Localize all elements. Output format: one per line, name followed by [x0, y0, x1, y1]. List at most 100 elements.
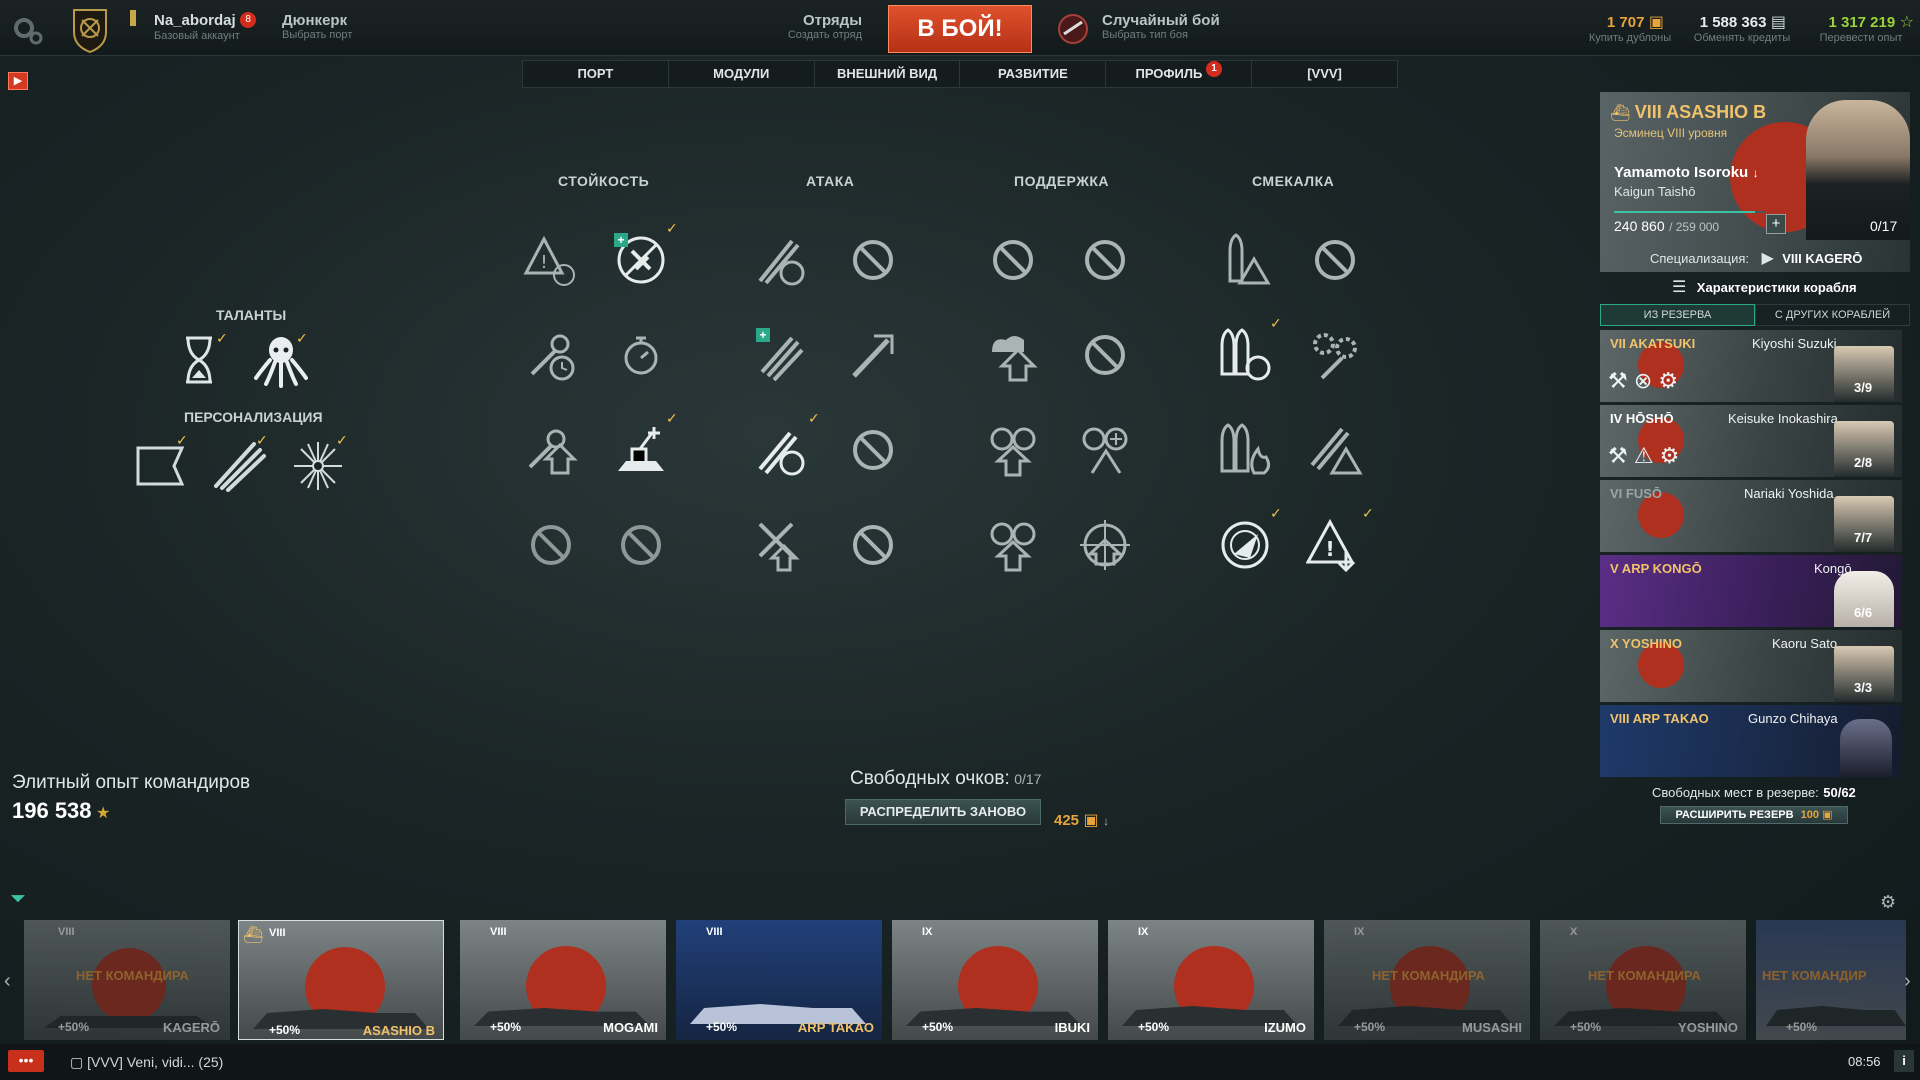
checkmark-icon: ✓ [1270, 315, 1282, 331]
gears-wrench-skill-icon[interactable] [1306, 326, 1364, 384]
settings-gear-icon[interactable] [10, 12, 46, 48]
chat-channel-icon: ▢ [70, 1054, 84, 1070]
chat-button-icon[interactable]: ••• [8, 1050, 44, 1072]
destroyer-class-icon: ⛴ [1610, 105, 1631, 122]
destroyer-class-icon: ⛴ [243, 927, 264, 944]
commander-name[interactable]: Yamamoto Isoroku [1614, 164, 1748, 181]
disabled-skill-icon[interactable] [612, 516, 670, 574]
tab-from-reserve[interactable]: ИЗ РЕЗЕРВА [1600, 304, 1755, 326]
torpedo-warning-skill-icon[interactable] [1306, 421, 1364, 479]
username[interactable]: Na_abordaj [154, 12, 236, 29]
free-xp-block[interactable]: 1 317 219 ☆ Перевести опыт [1808, 12, 1914, 44]
ship-bonus: +50% [1570, 1020, 1602, 1034]
commander-name-line[interactable]: Yamamoto Isoroku ↓ [1614, 164, 1759, 182]
clan-emblem-icon[interactable] [66, 6, 114, 54]
ship-card[interactable]: VIII НЕТ КОМАНДИРА +50% KAGERŌ [24, 920, 230, 1040]
incoming-fire-alert-skill-icon[interactable]: ! [1305, 516, 1364, 574]
disabled-skill-icon[interactable] [1076, 231, 1134, 289]
ship-card[interactable]: VIII +50% MOGAMI [460, 920, 666, 1040]
column-support: ПОДДЕРЖКА [1014, 173, 1110, 189]
video-play-icon[interactable]: ▶ [8, 72, 28, 90]
squad-block[interactable]: Отряды Создать отряд [782, 12, 862, 41]
carousel-left-arrow-icon[interactable]: ‹ [4, 970, 11, 993]
torpedo-range-skill-icon[interactable] [844, 326, 902, 384]
tab-development[interactable]: РАЗВИТИЕ [960, 61, 1107, 87]
battle-button[interactable]: В БОЙ! [888, 5, 1032, 53]
reserve-commander-card[interactable]: VI FUSŌ Nariaki Yoshida 7/7 [1600, 480, 1902, 552]
battle-mode-icon[interactable] [1056, 12, 1090, 46]
expand-reserve-button[interactable]: РАСШИРИТЬ РЕЗЕРВ 100 ▣ [1660, 806, 1848, 824]
torpedo-reload-skill-icon[interactable] [752, 421, 810, 479]
shells-timer-skill-icon[interactable] [1216, 326, 1274, 384]
port-name[interactable]: Дюнкерк [282, 12, 352, 29]
disabled-skill-icon[interactable] [522, 516, 580, 574]
personalization-heading: ПЕРСОНАЛИЗАЦИЯ [184, 409, 323, 425]
port-selector[interactable]: Дюнкерк Выбрать порт [282, 12, 352, 41]
torpedo-timer-skill-icon[interactable] [752, 231, 810, 289]
battle-mode-selector[interactable]: Случайный бой Выбрать тип боя [1102, 12, 1220, 41]
consumable-upgrade-skill-icon[interactable] [984, 421, 1042, 479]
ship-card[interactable]: IX НЕТ КОМАНДИРА +50% MUSASHI [1324, 920, 1530, 1040]
consumable-upgrade-skill-icon[interactable] [984, 516, 1042, 574]
disabled-skill-icon[interactable] [844, 231, 902, 289]
ship-bonus: +50% [1354, 1020, 1386, 1034]
warning-triangle-skill-icon[interactable]: ! [522, 231, 580, 289]
credits-block[interactable]: 1 588 363 ▤ Обменять кредиты [1690, 12, 1794, 44]
ship-card[interactable]: X НЕТ КОМАНДИРА +50% YOSHINO [1540, 920, 1746, 1040]
credits-sub[interactable]: Обменять кредиты [1690, 32, 1794, 44]
disabled-skill-icon[interactable] [984, 231, 1042, 289]
shells-fire-skill-icon[interactable] [1216, 421, 1274, 479]
reserve-commander-card[interactable]: VIII ARP TAKAO Gunzo Chihaya [1600, 705, 1902, 777]
reserve-commander-card[interactable]: X YOSHINO Kaoru Sato 3/3 [1600, 630, 1902, 702]
no-commander-label: НЕТ КОМАНДИРА [1372, 968, 1485, 983]
reserve-name: Kaoru Sato [1772, 636, 1838, 651]
shell-warning-skill-icon[interactable] [1216, 231, 1274, 289]
ship-card[interactable]: VIII +50% ARP TAKAO [676, 920, 882, 1040]
ship-card[interactable]: НЕТ КОМАНДИР +50% [1756, 920, 1906, 1040]
reserve-ship: IV HŌSHŌ [1610, 411, 1674, 426]
battle-mode[interactable]: Случайный бой [1102, 12, 1220, 29]
aa-upgrade-skill-icon[interactable] [612, 421, 670, 479]
ship-bonus: +50% [269, 1023, 301, 1037]
ship-card[interactable]: IX +50% IBUKI [892, 920, 1098, 1040]
chat-channel[interactable]: ▢ [VVV] Veni, vidi... (25) [70, 1054, 223, 1071]
disabled-skill-icon[interactable] [1076, 326, 1134, 384]
extra-consumable-skill-icon[interactable] [1076, 421, 1134, 479]
reserve-commander-card[interactable]: VII AKATSUKI Kiyoshi Suzuki ⚒ ⊗ ⚙ 3/9 [1600, 330, 1902, 402]
heal-upgrade-skill-icon[interactable] [984, 326, 1042, 384]
carousel-settings-gear-icon[interactable]: ⚙ [1880, 892, 1896, 913]
accelerate-training-plus-button[interactable]: + [1766, 214, 1786, 234]
reserve-name: Kiyoshi Suzuki [1752, 336, 1837, 351]
tab-profile[interactable]: ПРОФИЛЬ 1 [1106, 61, 1253, 87]
doubloons-sub[interactable]: Купить дублоны [1584, 32, 1676, 44]
reserve-commander-card[interactable]: IV HŌSHŌ Keisuke Inokashira ⚒ ⚠ ⚙ 2/8 [1600, 405, 1902, 477]
disabled-skill-icon[interactable] [1306, 231, 1364, 289]
commander-avatar [1840, 719, 1892, 777]
tab-appearance[interactable]: ВНЕШНИЙ ВИД [815, 61, 961, 87]
ship-card[interactable]: IX +50% IZUMO [1108, 920, 1314, 1040]
disabled-skill-icon[interactable] [844, 516, 902, 574]
filter-icon[interactable]: ⏷ [10, 888, 26, 911]
tab-modules[interactable]: МОДУЛИ [669, 61, 815, 87]
squad-label[interactable]: Отряды [782, 12, 862, 29]
plus-badge-icon: + [614, 233, 628, 247]
repair-timer-skill-icon[interactable] [522, 326, 580, 384]
tab-clan[interactable]: [VVV] [1252, 61, 1397, 87]
ship-stats-button[interactable]: ☰ Характеристики корабля [1672, 277, 1857, 297]
radar-skill-icon[interactable] [1216, 516, 1274, 574]
doubloons-block[interactable]: 1 707 ▣ Купить дублоны [1584, 12, 1676, 44]
tab-label: РАЗВИТИЕ [998, 66, 1068, 81]
repair-upgrade-skill-icon[interactable] [522, 421, 580, 479]
ship-card-selected[interactable]: ⛴ VIII +50% ASASHIO B [238, 920, 444, 1040]
username-block[interactable]: Na_abordaj 8 Базовый аккаунт [154, 12, 257, 42]
reset-skills-button[interactable]: РАСПРЕДЕЛИТЬ ЗАНОВО [845, 799, 1041, 825]
tab-port[interactable]: ПОРТ [523, 61, 669, 87]
info-icon[interactable]: i [1894, 1050, 1914, 1072]
reserve-commander-card[interactable]: V ARP KONGŌ Kongō 6/6 [1600, 555, 1902, 627]
free-xp-sub[interactable]: Перевести опыт [1808, 32, 1914, 44]
stopwatch-skill-icon[interactable] [612, 326, 670, 384]
crosshair-upgrade-skill-icon[interactable] [1076, 516, 1134, 574]
crossed-torpedo-upgrade-skill-icon[interactable] [752, 516, 810, 574]
disabled-skill-icon[interactable] [844, 421, 902, 479]
tab-from-other-ships[interactable]: С ДРУГИХ КОРАБЛЕЙ [1755, 304, 1910, 326]
